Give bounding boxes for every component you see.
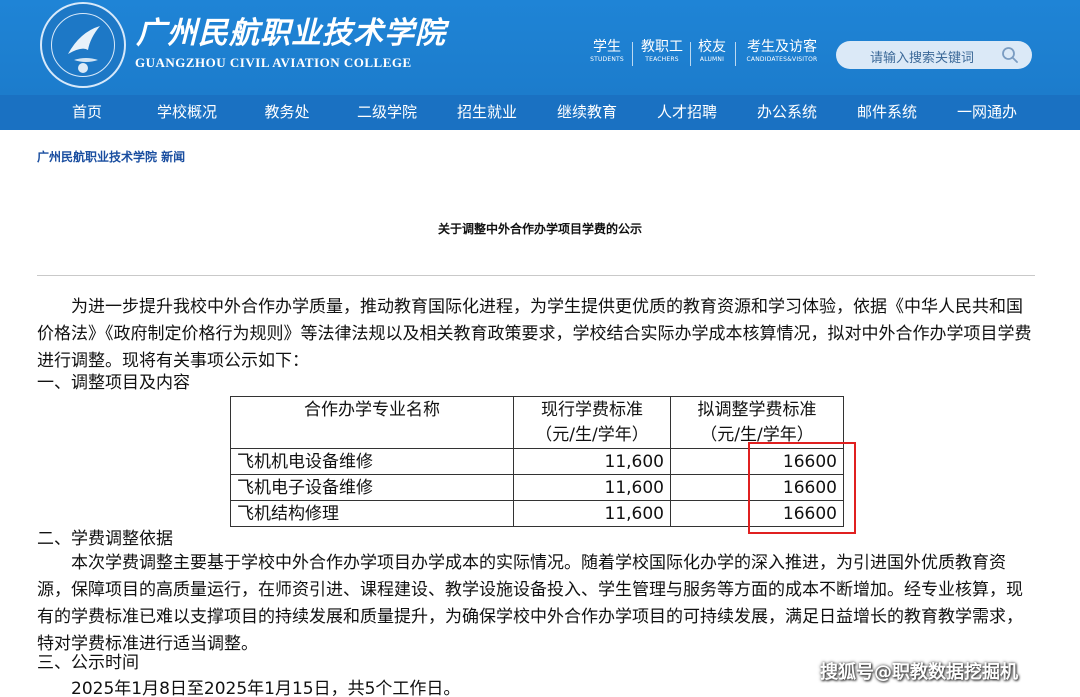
quick-link-sublabel: ALUMNI	[699, 56, 725, 63]
quick-link-sublabel: STUDENTS	[590, 56, 624, 63]
table-header-cell: 拟调整学费标准 （元/生/学年）	[670, 396, 844, 449]
quick-link-label: 校友	[698, 39, 726, 55]
article-title: 关于调整中外合作办学项目学费的公示	[437, 222, 642, 236]
quick-link-label: 考生及访客	[747, 39, 817, 55]
article-basis: 本次学费调整主要基于学校中外合作办学项目办学成本的实际情况。随着学校国际化办学的…	[37, 553, 1023, 654]
current-fee-cell: 11,600	[513, 500, 671, 527]
watermark-text: 搜狐号@职教数据挖掘机	[820, 662, 1018, 683]
section-heading-1: 一、调整项目及内容	[37, 373, 190, 393]
section-heading-2: 二、学费调整依据	[37, 529, 173, 549]
search-input[interactable]: 请输入搜索关键词	[836, 41, 1032, 69]
search-placeholder: 请输入搜索关键词	[870, 51, 975, 66]
nav-item-about[interactable]: 学校概况	[137, 95, 237, 130]
major-name-cell: 飞机电子设备维修	[230, 474, 514, 501]
nav-item-continuing-education[interactable]: 继续教育	[537, 95, 637, 130]
divider	[632, 42, 633, 66]
site-header: 广州民航职业技术学院 GUANGZHOU CIVIL AVIATION COLL…	[0, 0, 1080, 95]
college-name-cn[interactable]: 广州民航职业技术学院	[136, 8, 446, 52]
current-fee-cell: 11,600	[513, 448, 671, 475]
nav-item-one-stop[interactable]: 一网通办	[937, 95, 1037, 130]
nav-item-academic-affairs[interactable]: 教务处	[237, 95, 337, 130]
quick-link-label: 学生	[593, 39, 621, 55]
quick-link-sublabel: CANDIDATES&VISITOR	[746, 56, 818, 63]
table-header-cell: 现行学费标准 （元/生/学年）	[513, 396, 671, 449]
table-header-cell: 合作办学专业名称	[230, 396, 514, 449]
plane-emblem-icon	[68, 26, 100, 73]
highlight-annotation-box	[748, 442, 856, 534]
college-logo[interactable]	[40, 2, 126, 88]
quick-link-candidates[interactable]: 考生及访客 CANDIDATES&VISITOR	[742, 38, 822, 64]
quick-link-students[interactable]: 学生 STUDENTS	[590, 38, 624, 64]
quick-link-teachers[interactable]: 教职工 TEACHERS	[640, 38, 684, 64]
article-intro: 为进一步提升我校中外合作办学质量，推动教育国际化进程，为学生提供更优质的教育资源…	[37, 297, 1032, 371]
college-name-en[interactable]: GUANGZHOU CIVIL AVIATION COLLEGE	[135, 55, 412, 71]
publicity-period: 2025年1月8日至2025年1月15日，共5个工作日。	[71, 679, 461, 697]
nav-item-home[interactable]: 首页	[37, 95, 137, 130]
nav-item-schools[interactable]: 二级学院	[337, 95, 437, 130]
breadcrumb[interactable]: 广州民航职业技术学院 新闻	[37, 148, 185, 165]
header-line: 现行学费标准	[541, 400, 643, 420]
nav-item-mail-system[interactable]: 邮件系统	[837, 95, 937, 130]
main-nav: 首页 学校概况 教务处 二级学院 招生就业 继续教育 人才招聘 办公系统 邮件系…	[0, 95, 1080, 130]
header-line: （元/生/学年）	[535, 425, 649, 445]
quick-link-sublabel: TEACHERS	[645, 56, 679, 63]
section-heading-3: 三、公示时间	[37, 653, 139, 673]
nav-item-office-system[interactable]: 办公系统	[737, 95, 837, 130]
divider	[690, 42, 691, 66]
title-divider	[37, 275, 1035, 276]
nav-item-recruitment[interactable]: 人才招聘	[637, 95, 737, 130]
quick-link-label: 教职工	[641, 39, 683, 55]
header-line: 拟调整学费标准	[697, 400, 817, 420]
table-header-row: 合作办学专业名称 现行学费标准 （元/生/学年） 拟调整学费标准 （元/生/学年…	[230, 396, 844, 449]
current-fee-cell: 11,600	[513, 474, 671, 501]
quick-link-alumni[interactable]: 校友 ALUMNI	[696, 38, 728, 64]
major-name-cell: 飞机机电设备维修	[230, 448, 514, 475]
nav-item-admissions[interactable]: 招生就业	[437, 95, 537, 130]
divider	[735, 42, 736, 66]
header-line: 合作办学专业名称	[304, 400, 440, 420]
search-icon[interactable]	[1001, 46, 1019, 64]
major-name-cell: 飞机结构修理	[230, 500, 514, 527]
